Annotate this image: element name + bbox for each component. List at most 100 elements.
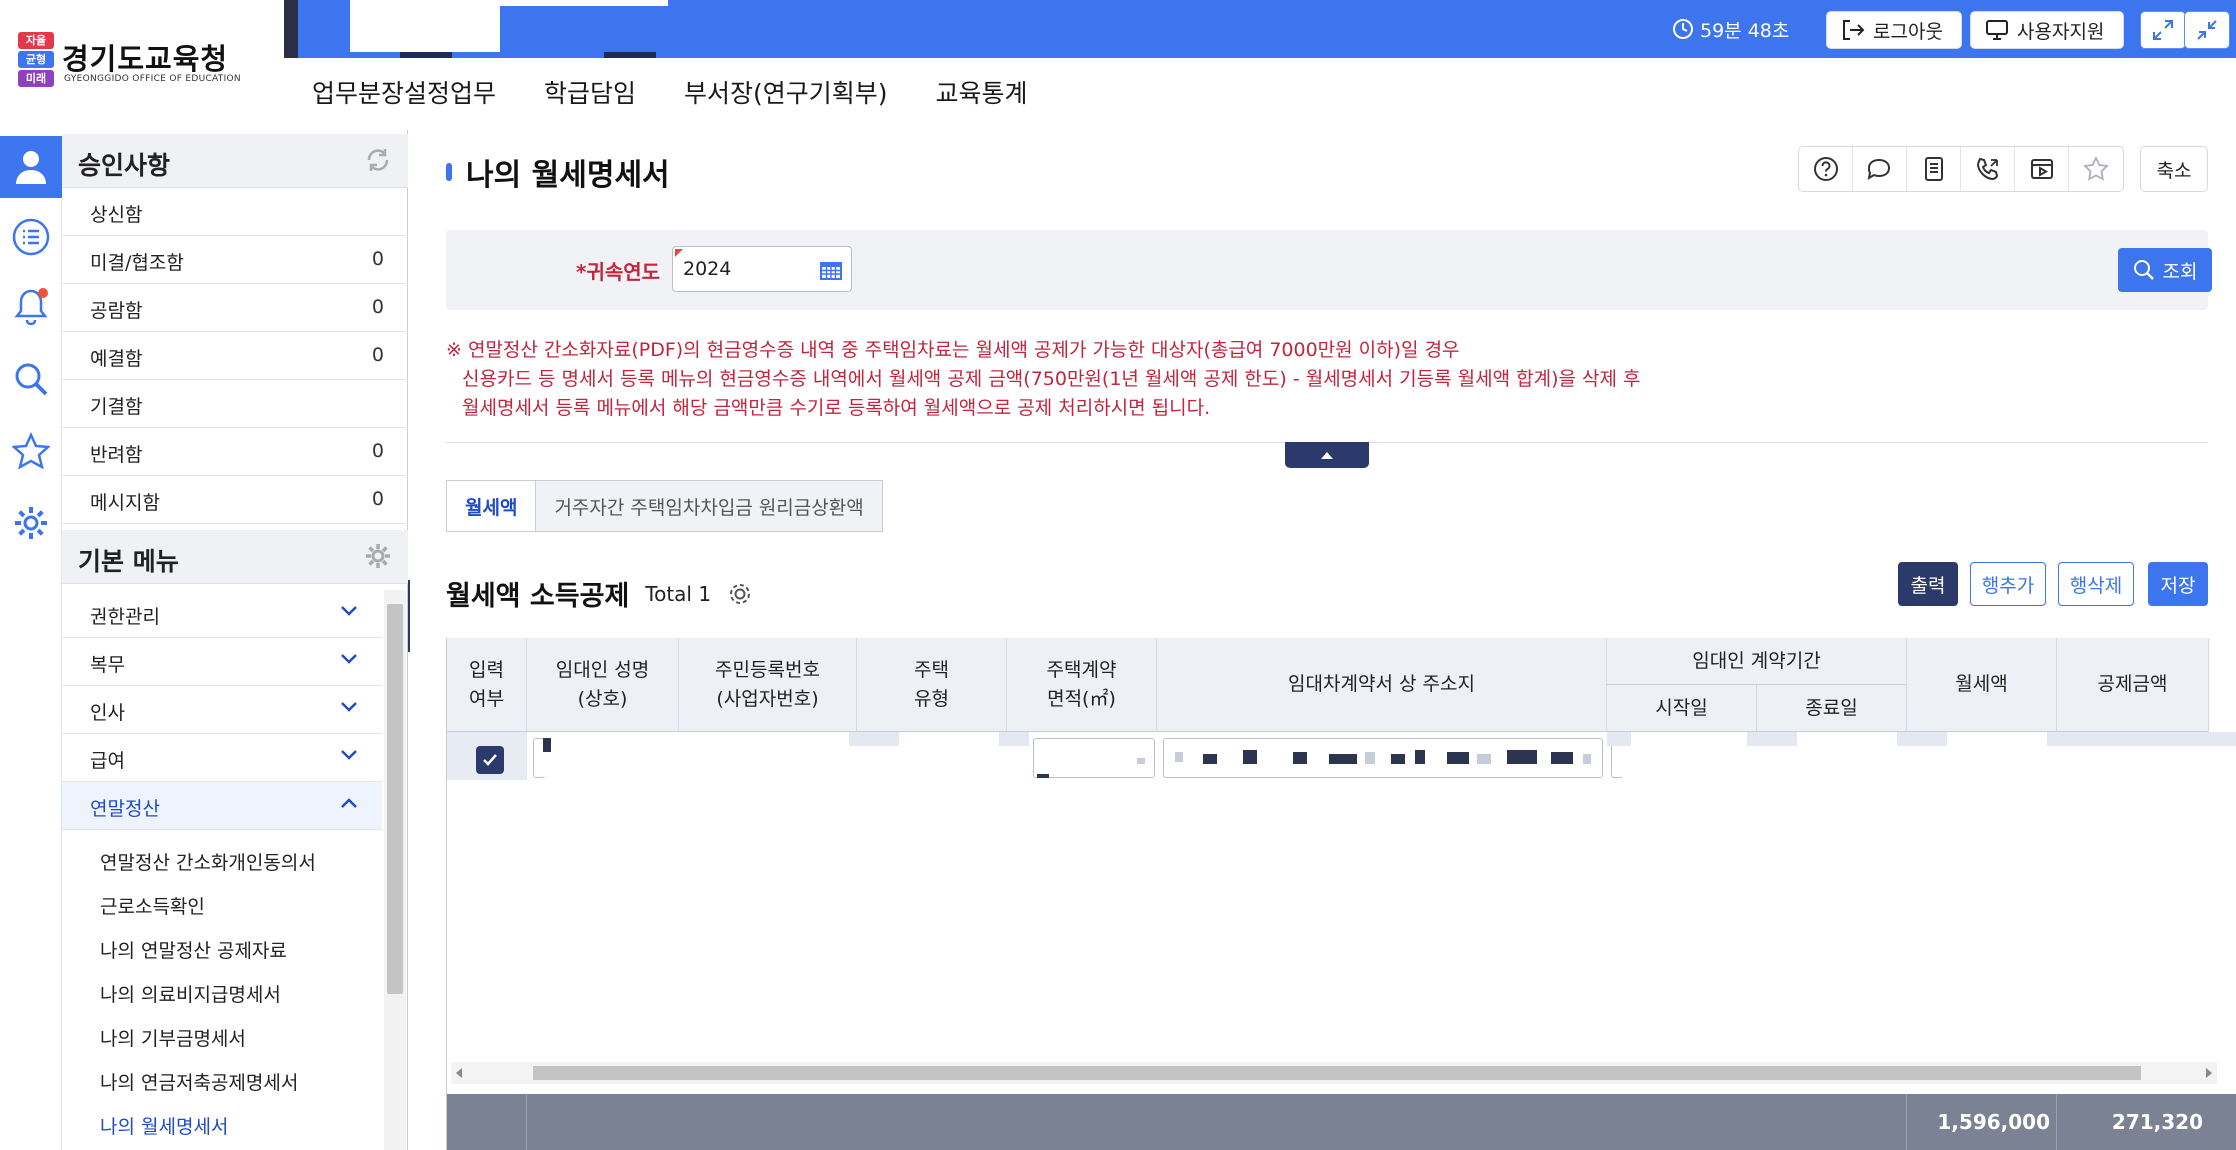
redacted-text [1203, 754, 1217, 764]
approval-item[interactable]: 기결함 [62, 380, 408, 428]
support-button[interactable]: 사용자지원 [1970, 11, 2124, 49]
caret-up-icon [1321, 452, 1333, 459]
year-input[interactable]: 2024 [672, 246, 852, 292]
grid-scrollbar-thumb[interactable] [533, 1066, 2141, 1080]
submenu-item[interactable]: 근로소득확인 [100, 892, 205, 919]
column-header[interactable]: 주택계약 면적(㎡) [1007, 638, 1157, 732]
print-button[interactable]: 출력 [1898, 562, 1958, 606]
submenu-item[interactable]: 나의 의료비지급명세서 [100, 980, 281, 1007]
shrink-button[interactable]: 축소 [2140, 146, 2208, 192]
video-icon [2030, 159, 2053, 179]
redacted-text [1583, 754, 1591, 764]
refresh-icon[interactable] [364, 146, 392, 174]
logout-button[interactable]: 로그아웃 [1826, 11, 1962, 49]
gear-icon[interactable] [727, 581, 753, 607]
column-header[interactable]: 임대인 성명 (상호) [527, 638, 679, 732]
menu-scrollbar[interactable] [384, 590, 406, 1150]
rail-settings-button[interactable] [0, 492, 62, 554]
approval-item[interactable]: 메시지함 0 [62, 476, 408, 524]
scroll-left-icon[interactable] [455, 1068, 463, 1078]
delete-row-button[interactable]: 행삭제 [2058, 562, 2134, 606]
collapse-button[interactable] [2184, 11, 2230, 49]
redacted-text [999, 732, 1029, 746]
submenu-item[interactable]: 나의 연금저축공제명세서 [100, 1068, 298, 1095]
nav-item-duty-setting[interactable]: 업무분장설정업무 [312, 74, 496, 110]
help-button[interactable] [1799, 147, 1853, 191]
menu-group-salary[interactable]: 급여 [62, 734, 382, 782]
section-header: 월세액 소득공제 Total 1 [446, 574, 753, 613]
approval-item[interactable]: 반려함 0 [62, 428, 408, 476]
tab-monthly-rent[interactable]: 월세액 [447, 481, 537, 531]
column-header[interactable]: 월세액 [1907, 638, 2057, 732]
menu-group-auth[interactable]: 권한관리 [62, 590, 382, 638]
chat-button[interactable] [1853, 147, 1907, 191]
notice-text: ※ 연말정산 간소화자료(PDF)의 현금영수증 내역 중 주택임차료는 월세액… [446, 339, 1641, 419]
redacted-text [1551, 752, 1573, 764]
column-header[interactable]: 공제금액 [2057, 638, 2209, 732]
nav-item-homeroom[interactable]: 학급담임 [544, 74, 636, 110]
approval-item[interactable]: 공람함 0 [62, 284, 408, 332]
rail-search-button[interactable] [0, 348, 62, 410]
required-marker [675, 249, 683, 257]
menu-group-service[interactable]: 복무 [62, 638, 382, 686]
timer-text: 59분 48초 [1700, 19, 1790, 42]
user-icon [16, 151, 46, 184]
expand-button[interactable] [2140, 11, 2186, 49]
favorite-button[interactable] [2069, 147, 2123, 191]
menu-group-year-end[interactable]: 연말정산 [62, 782, 382, 830]
rail-user-button[interactable] [0, 136, 62, 198]
approvals-title: 승인사항 [78, 151, 171, 180]
grid-horizontal-scrollbar[interactable] [451, 1062, 2217, 1084]
address-field[interactable] [1163, 738, 1603, 778]
collapse-icon [2197, 20, 2217, 40]
nav-item-statistics[interactable]: 교육통계 [936, 74, 1028, 110]
rail-notification-button[interactable] [0, 276, 62, 338]
submenu-item[interactable]: 연말정산 간소화개인동의서 [100, 848, 316, 875]
document-button[interactable] [1907, 147, 1961, 191]
menu-group-hr[interactable]: 인사 [62, 686, 382, 734]
approval-item[interactable]: 상신함 [62, 188, 408, 236]
top-tab-marker [400, 52, 452, 58]
collapse-search-toggle[interactable] [1285, 442, 1369, 468]
notification-dot [38, 288, 48, 298]
column-header[interactable]: 입력 여부 [447, 638, 527, 732]
approval-item[interactable]: 미결/협조함 0 [62, 236, 408, 284]
menu-title: 기본 메뉴 [78, 547, 179, 576]
phone-button[interactable] [1961, 147, 2015, 191]
icon-rail [0, 136, 62, 1150]
redacted-text [1365, 752, 1375, 764]
submenu-item[interactable]: 나의 연말정산 공제자료 [100, 936, 287, 963]
submenu-item[interactable]: 나의 기부금명세서 [100, 1024, 246, 1051]
list-icon [12, 218, 50, 256]
column-header[interactable]: 주민등록번호 (사업자번호) [679, 638, 857, 732]
approval-item[interactable]: 예결함 0 [62, 332, 408, 380]
table-row[interactable] [447, 732, 2236, 780]
row-checkbox[interactable] [476, 746, 504, 774]
rail-list-button[interactable] [0, 206, 62, 268]
column-header[interactable]: 주택 유형 [857, 638, 1007, 732]
search-icon [2133, 260, 2154, 280]
nav-item-department-head[interactable]: 부서장(연구기획부) [684, 74, 888, 110]
query-button[interactable]: 조회 [2118, 248, 2212, 292]
column-header[interactable]: 종료일 [1757, 685, 1907, 732]
video-button[interactable] [2015, 147, 2069, 191]
logout-icon [1843, 20, 1865, 40]
gear-icon[interactable] [364, 542, 392, 570]
add-row-button[interactable]: 행추가 [1970, 562, 2046, 606]
logo-text: 경기도교육청 [62, 42, 229, 76]
title-marker [446, 163, 452, 181]
column-header[interactable]: 시작일 [1607, 685, 1757, 732]
left-panel: 승인사항 상신함 미결/협조함 0 공람함 0 예결함 0 기결함 반려함 0 메시지함… [62, 130, 408, 1150]
scroll-right-icon[interactable] [2205, 1068, 2213, 1078]
top-bar-edge [284, 0, 298, 58]
tab-housing-loan[interactable]: 거주자간 주택임차차입금 원리금상환액 [536, 481, 882, 531]
calendar-icon[interactable] [819, 259, 843, 281]
save-button[interactable]: 저장 [2148, 562, 2208, 606]
menu-scrollbar-thumb[interactable] [387, 604, 403, 994]
rail-favorites-button[interactable] [0, 420, 62, 482]
redacted-text [2047, 732, 2236, 746]
column-header[interactable]: 임대차계약서 상 주소지 [1157, 638, 1607, 732]
submenu-item-current[interactable]: 나의 월세명세서 [100, 1112, 228, 1139]
monitor-icon [1986, 20, 2008, 40]
logo[interactable]: 자율 균형 미래 경기도교육청 GYEONGGIDO OFFICE OF EDU… [18, 32, 268, 92]
